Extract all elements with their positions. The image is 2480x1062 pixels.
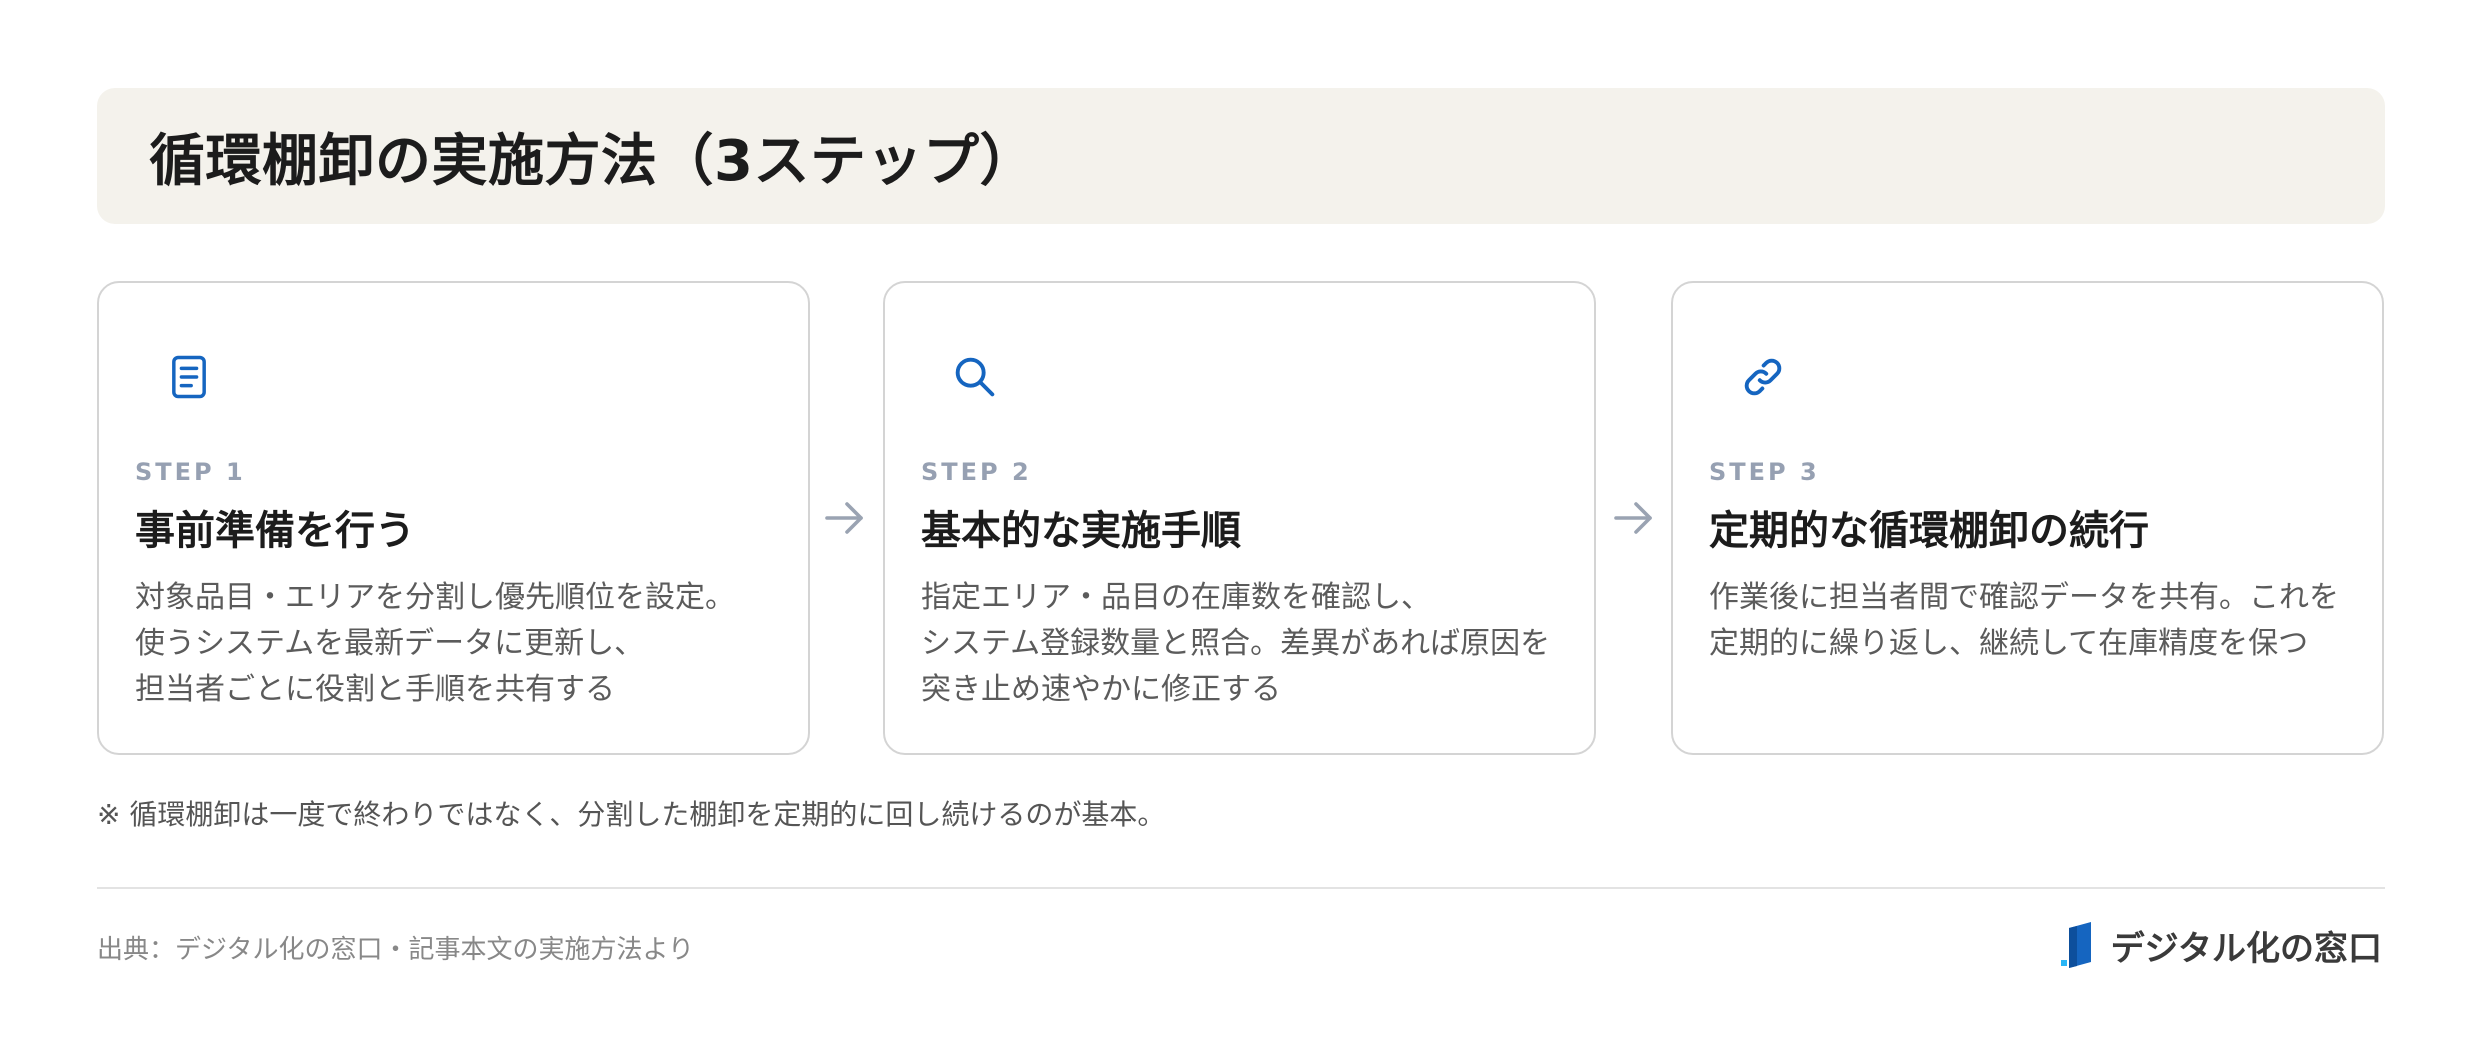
step-description: 指定エリア・品目の在庫数を確認し、 システム登録数量と照合。差異があれば原因を … bbox=[921, 580, 1551, 707]
brand-logo: デジタル化の窓口 bbox=[2060, 920, 2382, 970]
step-label: STEP 3 bbox=[1709, 458, 1820, 486]
link-icon bbox=[1744, 358, 1782, 396]
step-label: STEP 2 bbox=[921, 458, 1032, 486]
document-icon bbox=[172, 355, 206, 399]
window-logo-icon bbox=[2060, 922, 2091, 968]
step-label: STEP 1 bbox=[135, 458, 246, 486]
divider bbox=[97, 887, 2385, 889]
step-description: 対象品目・エリアを分割し優先順位を設定。 使うシステムを最新データに更新し、 担… bbox=[135, 580, 735, 707]
arrow-right-icon bbox=[1614, 502, 1652, 534]
footnote: ※ 循環棚卸は一度で終わりではなく、分割した棚卸を定期的に回し続けるのが基本。 bbox=[97, 798, 1166, 831]
page-title: 循環棚卸の実施方法（3ステップ） bbox=[149, 128, 1036, 194]
step-card-3: STEP 3 定期的な循環棚卸の続行 作業後に担当者間で確認データを共有。これを… bbox=[1671, 281, 2384, 755]
step-card-1: STEP 1 事前準備を行う 対象品目・エリアを分割し優先順位を設定。 使うシス… bbox=[97, 281, 810, 755]
title-banner: 循環棚卸の実施方法（3ステップ） bbox=[97, 88, 2385, 224]
source-credit: 出典：デジタル化の窓口・記事本文の実施方法より bbox=[97, 935, 694, 965]
step-heading: 定期的な循環棚卸の続行 bbox=[1709, 508, 2149, 554]
arrow-right-icon bbox=[825, 502, 863, 534]
search-icon bbox=[955, 357, 995, 397]
brand-name: デジタル化の窓口 bbox=[2110, 928, 2382, 969]
step-description: 作業後に担当者間で確認データを共有。これを 定期的に繰り返し、継続して在庫精度を… bbox=[1709, 580, 2339, 661]
step-heading: 基本的な実施手順 bbox=[921, 508, 1241, 554]
step-heading: 事前準備を行う bbox=[135, 508, 415, 554]
step-card-2: STEP 2 基本的な実施手順 指定エリア・品目の在庫数を確認し、 システム登録… bbox=[883, 281, 1596, 755]
